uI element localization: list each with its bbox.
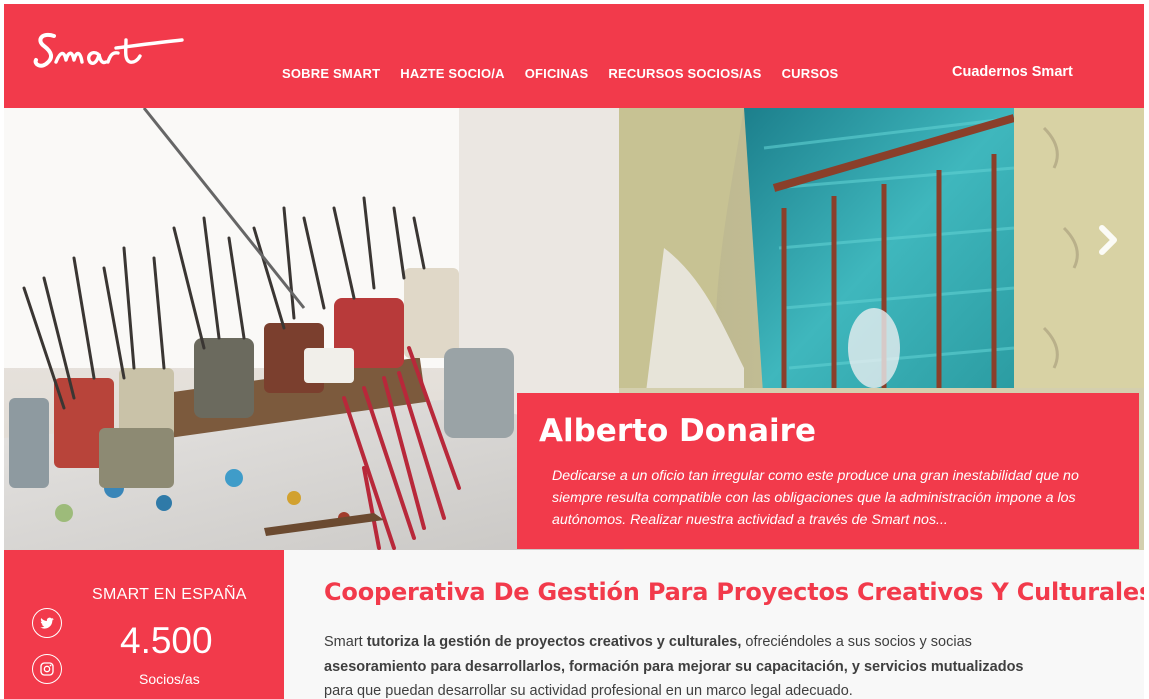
- page: SOBRE SMART HAZTE SOCIO/A OFICINAS RECUR…: [4, 4, 1144, 699]
- smart-logo-mark: [33, 33, 184, 68]
- main-nav: SOBRE SMART HAZTE SOCIO/A OFICINAS RECUR…: [282, 66, 838, 81]
- intro-text-2: ofreciéndoles a sus socios y socias: [741, 634, 972, 650]
- instagram-link[interactable]: [32, 654, 62, 684]
- intro-text-3: para que puedan desarrollar su actividad…: [324, 683, 853, 699]
- twitter-icon: [40, 617, 54, 629]
- intro-bold-2: asesoramiento para desarrollarlos, forma…: [324, 658, 1024, 675]
- intro-bold-1: tutoriza la gestión de proyectos creativ…: [366, 634, 742, 650]
- twitter-link[interactable]: [32, 608, 62, 638]
- slide-caption: Alberto Donaire Dedicarse a un oficio ta…: [517, 393, 1139, 549]
- member-count-label: Socios/as: [139, 671, 200, 687]
- intro-text: Smart tutoriza la gestión de proyectos c…: [324, 630, 1044, 699]
- chevron-right-icon: [1099, 225, 1117, 255]
- intro-text-1: Smart: [324, 634, 367, 650]
- stats-title: SMART EN ESPAÑA: [92, 586, 247, 603]
- site-header: SOBRE SMART HAZTE SOCIO/A OFICINAS RECUR…: [4, 4, 1144, 108]
- stats-panel: SMART EN ESPAÑA 4.500 Socios/as: [4, 550, 284, 699]
- nav-item-hazte-socio[interactable]: HAZTE SOCIO/A: [400, 66, 504, 81]
- instagram-icon: [40, 662, 54, 676]
- smart-logo[interactable]: [32, 26, 188, 74]
- slider-next-button[interactable]: [1094, 220, 1122, 260]
- nav-item-sobre-smart[interactable]: SOBRE SMART: [282, 66, 380, 81]
- intro-section: Cooperativa De Gestión Para Proyectos Cr…: [284, 550, 1144, 699]
- slide-title[interactable]: Alberto Donaire: [539, 413, 1117, 449]
- intro-title: Cooperativa De Gestión Para Proyectos Cr…: [324, 578, 1144, 606]
- member-count: 4.500: [120, 620, 213, 661]
- nav-item-cursos[interactable]: CURSOS: [782, 66, 839, 81]
- cuadernos-smart-link[interactable]: Cuadernos Smart: [952, 64, 1073, 80]
- hero-slider: Alberto Donaire Dedicarse a un oficio ta…: [4, 108, 1144, 550]
- nav-item-recursos[interactable]: RECURSOS SOCIOS/AS: [608, 66, 761, 81]
- slide-excerpt: Dedicarse a un oficio tan irregular como…: [552, 468, 1079, 528]
- nav-item-oficinas[interactable]: OFICINAS: [525, 66, 589, 81]
